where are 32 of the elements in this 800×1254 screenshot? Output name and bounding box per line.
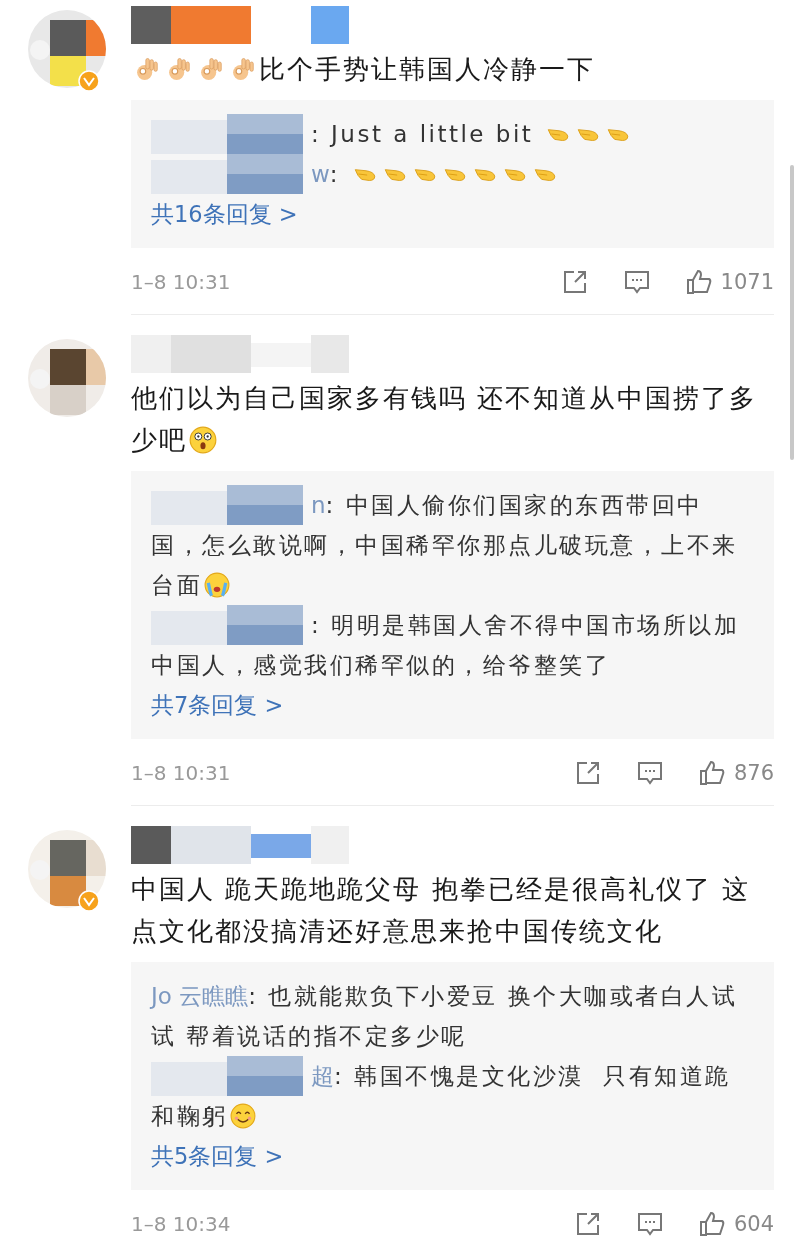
like-count: 1071 bbox=[720, 270, 774, 294]
more-replies-link[interactable]: 共7条回复 > bbox=[151, 685, 284, 725]
reply-text: 超: 韩国不愧是文化沙漠 只有知道跪和鞠躬 bbox=[151, 1056, 750, 1136]
reply-text: : Just a little bit bbox=[151, 114, 750, 154]
comment-time: 1–8 10:34 bbox=[131, 1212, 232, 1236]
more-replies-link[interactable]: 共5条回复 > bbox=[151, 1136, 284, 1176]
more-replies-link[interactable]: 共16条回复 > bbox=[151, 194, 298, 234]
like-count: 876 bbox=[733, 761, 774, 785]
comment-time: 1–8 10:31 bbox=[131, 270, 232, 294]
comment-text: 中国人 跪天跪地跪父母 抱拳已经是很高礼仪了 这点文化都没搞清还好意思来抢中国传统文化 bbox=[131, 873, 751, 948]
comment-time: 1–8 10:31 bbox=[131, 761, 232, 785]
comment-icon[interactable] bbox=[635, 1210, 664, 1238]
comment-text: 比个手势让韩国人冷静一下 bbox=[131, 48, 774, 90]
reply-username[interactable]: n bbox=[311, 492, 326, 518]
thumbs-up-icon[interactable] bbox=[684, 268, 713, 296]
thumbs-up-icon[interactable] bbox=[697, 759, 726, 787]
comment-icon[interactable] bbox=[635, 759, 664, 787]
reply-username[interactable]: w bbox=[311, 161, 330, 187]
crying-face-icon bbox=[204, 572, 230, 598]
reply-text: Jo 云瞧瞧: 也就能欺负下小爱豆 换个大咖或者白人试试 帮着说话的指不定多少呢 bbox=[151, 982, 739, 1051]
scrollbar[interactable] bbox=[790, 165, 794, 460]
reply-username[interactable]: Jo 云瞧瞧 bbox=[151, 983, 249, 1009]
smiling-face-icon bbox=[229, 1103, 256, 1129]
reply-text: : 明明是韩国人舍不得中国市场所以加中国人，感觉我们稀罕似的，给爷整笑了 bbox=[151, 605, 750, 685]
like-count: 604 bbox=[733, 1212, 774, 1236]
comment-icon[interactable] bbox=[622, 268, 651, 296]
reply-text: n: 中国人偷你们国家的东西带回中国，怎么敢说啊，中国稀罕你那点儿破玩意，上不来台面 bbox=[151, 485, 750, 605]
thumbs-up-icon[interactable] bbox=[697, 1210, 726, 1238]
reply-username[interactable]: 超 bbox=[311, 1063, 334, 1089]
comment-text: 他们以为自己国家多有钱吗 还不知道从中国捞了多少吧 bbox=[131, 382, 759, 457]
reply-text: w: bbox=[151, 154, 750, 194]
shocked-face-icon bbox=[189, 426, 217, 454]
